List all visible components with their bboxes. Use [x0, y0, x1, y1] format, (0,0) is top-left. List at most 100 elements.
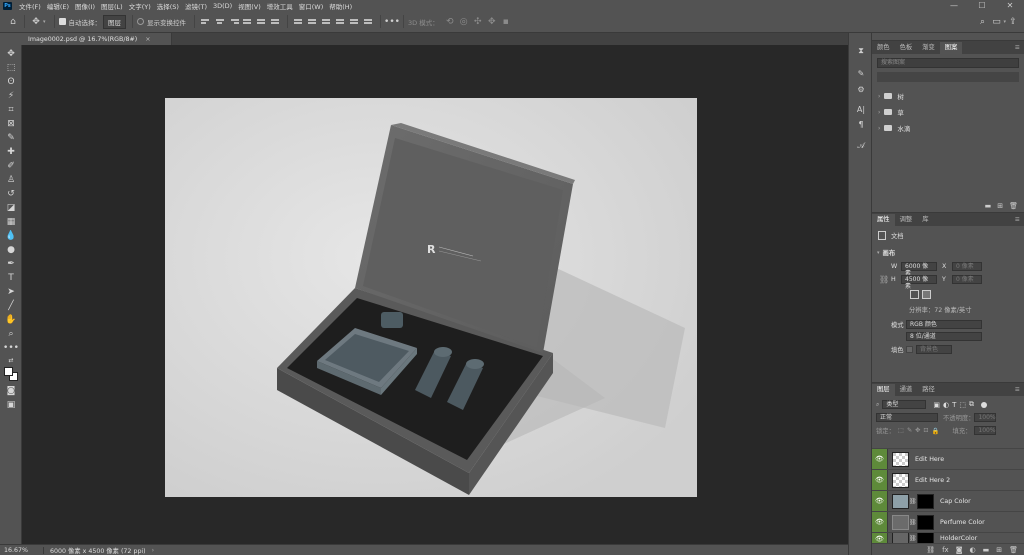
move-tool-icon[interactable]: ✥ [29, 15, 43, 29]
swap-colors-icon[interactable]: ⇄ [4, 354, 18, 366]
align-left-icon[interactable] [201, 17, 211, 27]
tab-paths[interactable]: 路径 [917, 384, 940, 396]
align-middle-v-icon[interactable] [257, 17, 267, 27]
chevron-right-icon[interactable]: › [878, 93, 880, 100]
brush-settings-icon[interactable]: ✎ [855, 67, 867, 79]
screen-mode-icon[interactable]: ▣ [4, 399, 18, 411]
chevron-down-icon[interactable]: ▾ [43, 19, 46, 25]
menu-select[interactable]: 选择(S) [154, 1, 182, 11]
trash-icon[interactable]: 🗑 [1009, 202, 1018, 210]
menu-edit[interactable]: 编辑(E) [44, 1, 72, 11]
glyphs-icon[interactable]: 𝒜 [855, 140, 867, 152]
layer-row[interactable]: 👁 Edit Here [872, 448, 1024, 470]
new-group-icon[interactable]: ▬ [985, 202, 992, 210]
layer-row[interactable]: 👁 Edit Here 2 [872, 469, 1024, 491]
3d-pan-icon[interactable]: ✣ [471, 15, 485, 29]
fx-icon[interactable]: fx [942, 546, 949, 554]
character-icon[interactable]: A| [855, 103, 867, 115]
chain-link-icon[interactable]: ⛓ [879, 275, 891, 284]
quick-mask-icon[interactable]: ◙ [4, 385, 18, 397]
tab-layers[interactable]: 图层 [872, 384, 895, 396]
foreground-color-swatch[interactable] [4, 367, 13, 376]
hand-tool-icon[interactable]: ✋ [4, 314, 18, 326]
shape-filter-icon[interactable]: ⬚ [959, 401, 966, 409]
menu-layer[interactable]: 图层(L) [98, 1, 126, 11]
filter-toggle-icon[interactable] [981, 401, 988, 408]
new-group-icon[interactable]: ▬ [983, 546, 990, 554]
visibility-eye-icon[interactable]: 👁 [872, 469, 888, 491]
show-transform-checkbox[interactable] [137, 18, 145, 25]
filter-kind-dropdown[interactable]: 类型 [882, 400, 927, 409]
mask-link-icon[interactable]: ⛓ [909, 535, 917, 542]
layer-name[interactable]: Edit Here 2 [915, 477, 950, 484]
mask-link-icon[interactable]: ⛓ [909, 498, 917, 505]
share-icon[interactable]: ⇪ [1006, 15, 1020, 29]
status-info-arrow-icon[interactable]: › [152, 547, 155, 554]
paragraph-icon[interactable]: ¶ [855, 118, 867, 130]
opacity-field[interactable]: 100% [974, 413, 997, 422]
type-filter-icon[interactable]: T [952, 401, 956, 409]
panel-menu-icon[interactable]: ≡ [1015, 384, 1024, 396]
lock-position-icon[interactable]: ✥ [915, 427, 920, 434]
zoom-level[interactable]: 16.67% [0, 546, 44, 554]
lock-artboard-icon[interactable]: ⊡ [923, 427, 928, 434]
distribute-center-icon[interactable] [308, 17, 318, 27]
layer-row[interactable]: 👁 ⛓ Cap Color [872, 490, 1024, 512]
fill-dropdown[interactable]: 背景色 [916, 345, 952, 354]
link-layers-icon[interactable]: ⛓ [926, 546, 935, 554]
tab-libraries[interactable]: 库 [917, 214, 933, 226]
new-pattern-icon[interactable]: ⊞ [997, 202, 1003, 210]
clone-stamp-icon[interactable]: ♙ [4, 174, 18, 186]
tab-channels[interactable]: 通道 [895, 384, 918, 396]
smart-object-filter-icon[interactable]: ⧉ [969, 400, 974, 409]
menu-type[interactable]: 文字(Y) [126, 1, 154, 11]
distribute-h-center-icon[interactable] [350, 17, 360, 27]
panel-menu-icon[interactable]: ≡ [1015, 214, 1024, 226]
lasso-tool-icon[interactable]: ʘ [4, 76, 18, 88]
pixel-filter-icon[interactable]: ▣ [933, 401, 940, 409]
fill-opacity-field[interactable]: 100% [974, 426, 997, 435]
align-bottom-icon[interactable] [271, 17, 281, 27]
maximize-button[interactable]: ☐ [968, 1, 996, 10]
menu-image[interactable]: 图像(I) [72, 1, 98, 11]
frame-tool-icon[interactable]: ⊠ [4, 118, 18, 130]
3d-orbit-icon[interactable]: ⟲ [443, 15, 457, 29]
pattern-group-grass[interactable]: › 草 [872, 104, 1024, 120]
adjustment-icon[interactable]: ⚙ [855, 83, 867, 95]
new-adjustment-icon[interactable]: ◐ [970, 546, 976, 554]
distribute-left-icon[interactable] [336, 17, 346, 27]
gradient-tool-icon[interactable]: ▦ [4, 216, 18, 228]
dodge-tool-icon[interactable]: ● [4, 244, 18, 256]
auto-select-checkbox[interactable] [58, 18, 66, 25]
distribute-right-icon[interactable] [364, 17, 374, 27]
search-icon[interactable]: ⌕ [975, 15, 989, 29]
menu-help[interactable]: 帮助(H) [326, 1, 355, 11]
color-mode-dropdown[interactable]: RGB 颜色 [906, 320, 982, 329]
x-field[interactable]: 0 像素 [952, 262, 982, 271]
3d-roll-icon[interactable]: ◎ [457, 15, 471, 29]
blend-mode-dropdown[interactable]: 正常 [876, 413, 938, 422]
landscape-orientation-icon[interactable] [922, 290, 931, 299]
align-top-icon[interactable] [243, 17, 253, 27]
layer-name[interactable]: Cap Color [940, 498, 971, 505]
workspace-icon[interactable]: ▭ [989, 15, 1003, 29]
menu-3d[interactable]: 3D(D) [210, 2, 235, 10]
width-field[interactable]: 6000 像素 [901, 262, 937, 277]
menu-view[interactable]: 视图(V) [235, 1, 264, 11]
eyedropper-tool-icon[interactable]: ✎ [4, 132, 18, 144]
add-mask-icon[interactable]: ◙ [956, 546, 963, 554]
eraser-tool-icon[interactable]: ◪ [4, 202, 18, 214]
lock-image-icon[interactable]: ✎ [907, 427, 912, 434]
pattern-group-water[interactable]: › 水滴 [872, 120, 1024, 136]
close-tab-icon[interactable]: × [145, 36, 150, 43]
panel-menu-icon[interactable]: ≡ [1015, 42, 1024, 54]
layer-name[interactable]: Edit Here [915, 456, 944, 463]
visibility-eye-icon[interactable]: 👁 [872, 490, 888, 512]
pen-tool-icon[interactable]: ✒ [4, 258, 18, 270]
lock-all-icon[interactable]: 🔒 [932, 427, 940, 435]
crop-tool-icon[interactable]: ⌗ [4, 104, 18, 116]
tab-patterns[interactable]: 图案 [939, 42, 963, 54]
fill-color-swatch[interactable] [906, 346, 913, 353]
pattern-search-input[interactable]: 搜索图案 [877, 58, 1019, 68]
chevron-right-icon[interactable]: › [878, 109, 880, 116]
